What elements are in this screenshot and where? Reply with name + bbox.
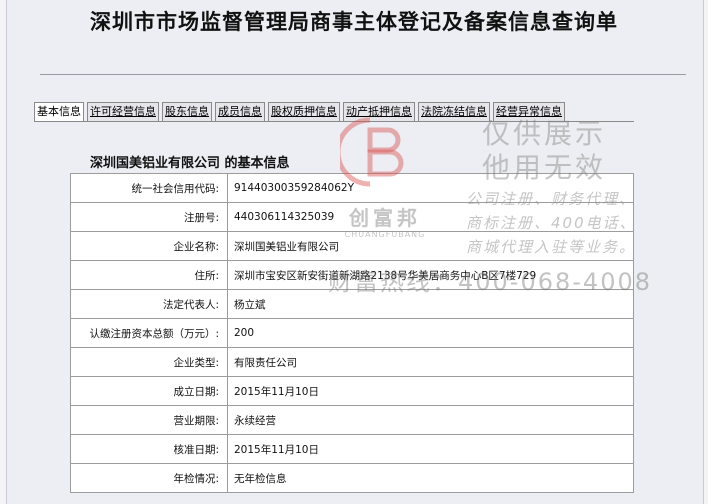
row-value: 深圳国美铝业有限公司 bbox=[227, 231, 634, 261]
tab-underline bbox=[34, 121, 634, 122]
table-row: 注册号: 440306114325039 bbox=[70, 202, 634, 232]
row-label: 营业期限: bbox=[70, 405, 228, 435]
tab-court-freeze-info[interactable]: 法院冻结信息 bbox=[418, 102, 490, 122]
row-value: 200 bbox=[227, 318, 634, 348]
table-row: 核准日期: 2015年11月10日 bbox=[70, 434, 634, 464]
table-row: 营业期限: 永续经营 bbox=[70, 405, 634, 435]
tab-abnormal-operation-info[interactable]: 经营异常信息 bbox=[493, 102, 565, 122]
row-label: 企业类型: bbox=[70, 347, 228, 377]
row-label: 认缴注册资本总额（万元）: bbox=[70, 318, 228, 348]
tab-member-info[interactable]: 成员信息 bbox=[215, 102, 265, 122]
table-row: 法定代表人: 杨立斌 bbox=[70, 289, 634, 319]
row-value: 无年检信息 bbox=[227, 463, 634, 493]
table-row: 企业名称: 深圳国美铝业有限公司 bbox=[70, 231, 634, 261]
row-label: 法定代表人: bbox=[70, 289, 228, 319]
row-value: 杨立斌 bbox=[227, 289, 634, 319]
row-value: 永续经营 bbox=[227, 405, 634, 435]
row-label: 注册号: bbox=[70, 202, 228, 232]
row-label: 成立日期: bbox=[70, 376, 228, 406]
row-value: 深圳市宝安区新安街道新湖路2138号华美居商务中心B区7楼729 bbox=[227, 260, 634, 290]
row-value: 2015年11月10日 bbox=[227, 376, 634, 406]
tab-chattel-mortgage-info[interactable]: 动产抵押信息 bbox=[343, 102, 415, 122]
row-value: 2015年11月10日 bbox=[227, 434, 634, 464]
row-label: 核准日期: bbox=[70, 434, 228, 464]
row-value: 有限责任公司 bbox=[227, 347, 634, 377]
basic-info-table: 统一社会信用代码: 91440300359284062Y 注册号: 440306… bbox=[70, 173, 634, 493]
row-value: 440306114325039 bbox=[227, 202, 634, 232]
tab-basic-info[interactable]: 基本信息 bbox=[34, 102, 84, 122]
row-label: 年检情况: bbox=[70, 463, 228, 493]
row-label: 住所: bbox=[70, 260, 228, 290]
row-value: 91440300359284062Y bbox=[227, 173, 634, 203]
tab-equity-pledge-info[interactable]: 股权质押信息 bbox=[268, 102, 340, 122]
table-row: 认缴注册资本总额（万元）: 200 bbox=[70, 318, 634, 348]
row-label: 统一社会信用代码: bbox=[70, 173, 228, 203]
tab-license-info[interactable]: 许可经营信息 bbox=[87, 102, 159, 122]
section-heading: 深圳国美铝业有限公司 的基本信息 bbox=[90, 156, 290, 171]
tab-shareholder-info[interactable]: 股东信息 bbox=[162, 102, 212, 122]
table-row: 统一社会信用代码: 91440300359284062Y bbox=[70, 173, 634, 203]
tab-bar: 基本信息 许可经营信息 股东信息 成员信息 股权质押信息 动产抵押信息 法院冻结… bbox=[34, 102, 565, 122]
title-divider bbox=[40, 74, 686, 75]
table-row: 年检情况: 无年检信息 bbox=[70, 463, 634, 493]
table-row: 企业类型: 有限责任公司 bbox=[70, 347, 634, 377]
table-row: 成立日期: 2015年11月10日 bbox=[70, 376, 634, 406]
page-title: 深圳市市场监督管理局商事主体登记及备案信息查询单 bbox=[90, 10, 618, 34]
table-row: 住所: 深圳市宝安区新安街道新湖路2138号华美居商务中心B区7楼729 bbox=[70, 260, 634, 290]
row-label: 企业名称: bbox=[70, 231, 228, 261]
